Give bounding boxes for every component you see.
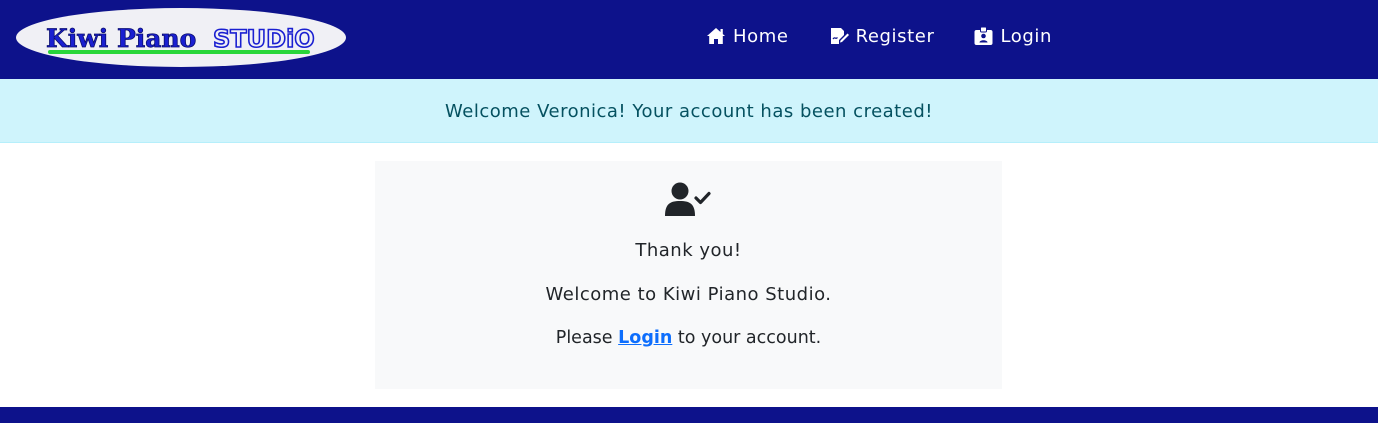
login-badge-icon [974,27,993,45]
register-icon [830,28,849,44]
home-icon [707,28,725,44]
nav-home-link[interactable]: Home [706,26,789,47]
nav-login-label: Login [1000,25,1053,47]
welcome-text: Welcome to Kiwi Piano Studio. [545,284,832,305]
kiwi-piano-studio-logo[interactable]: Kiwi Piano STUDiO [16,8,346,67]
thank-you-text: Thank you! [635,240,742,261]
login-link[interactable]: Login [618,328,672,348]
success-alert: Welcome Veronica! Your account has been … [0,79,1378,143]
login-prompt-prefix: Please [555,328,613,348]
alert-message: Welcome Veronica! Your account has been … [445,101,933,122]
svg-text:Kiwi Piano: Kiwi Piano [46,24,196,53]
footer [0,407,1378,423]
main-nav: Home Register Login [706,0,1052,72]
nav-register-label: Register [855,25,935,47]
user-check-icon [665,182,711,216]
login-prompt-suffix: to your account. [677,328,822,348]
nav-home-label: Home [733,25,789,47]
nav-register-link[interactable]: Register [829,26,935,47]
svg-text:STUDiO: STUDiO [213,25,315,53]
nav-login-link[interactable]: Login [974,26,1052,47]
navbar: Kiwi Piano STUDiO Home Register Login [0,0,1378,79]
login-prompt: Please Login to your account. [375,328,1002,348]
